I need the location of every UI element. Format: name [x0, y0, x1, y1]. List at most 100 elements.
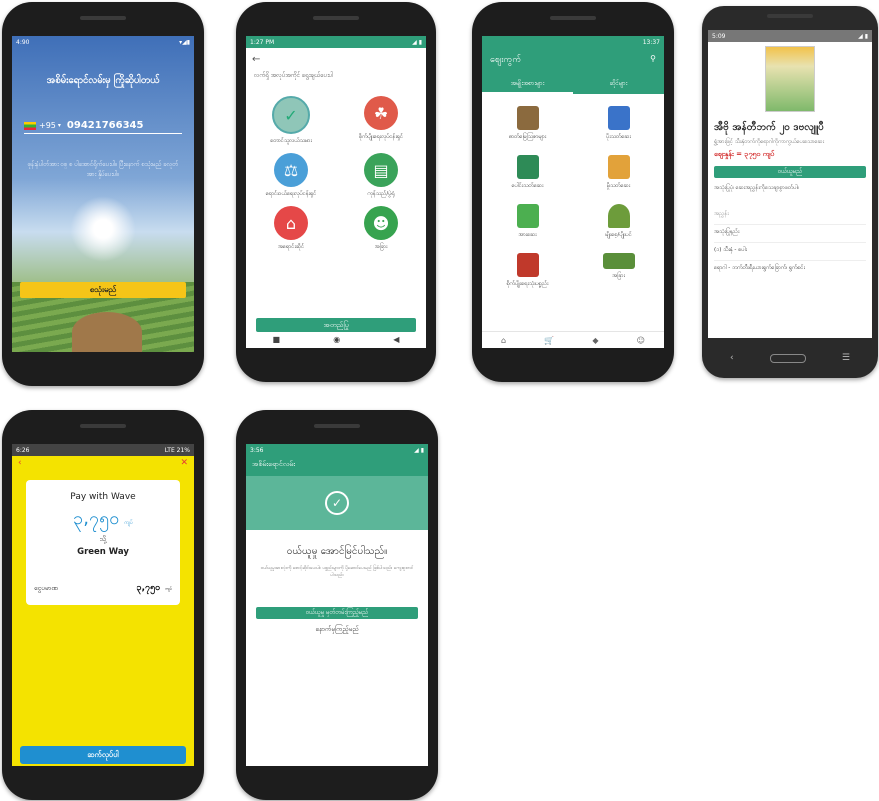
chevron-down-icon: ▾: [57, 122, 61, 129]
nav-notification-icon[interactable]: ◆: [592, 336, 598, 345]
category-fungicide[interactable]: မှိုသတ်ဆေး: [573, 155, 664, 190]
fungicide-bottle-icon: [607, 155, 630, 179]
later-link[interactable]: နောက်မှကြည့်မည်: [246, 625, 428, 635]
category-seeds[interactable]: မျိုးစေ့/ပျိုးပင်: [573, 204, 664, 239]
agri-business-icon: ☘: [364, 96, 398, 130]
success-screen: 3:56 ◢ ▮ အစိမ်းရောင်လမ်း ✓ ဝယ်ယူမှု အောင်…: [246, 444, 428, 766]
android-nav-bar: ■ ◉ ◀: [246, 330, 426, 348]
phone-number-field[interactable]: 09421766345: [67, 120, 144, 131]
speaker-grille: [80, 16, 126, 20]
category-insecticide[interactable]: ပိုးသတ်ဆေး: [573, 106, 664, 141]
back-icon[interactable]: ‹: [730, 353, 734, 363]
insecticide-bottle-icon: [607, 106, 630, 130]
product-price: စျေးနှုန်း = ၃၇၅၀ ကျပ်: [714, 150, 775, 158]
buy-button[interactable]: ဝယ်ယူမည်: [714, 166, 866, 178]
tab-categories[interactable]: အမျိုးအစားများ: [482, 79, 573, 94]
phone-success: 3:56 ◢ ▮ အစိမ်းရောင်လမ်း ✓ ဝယ်ယူမှု အောင်…: [236, 410, 438, 800]
phone-login: 4:90 ▾◢▮ အစိမ်းရောင်လမ်းမှ ကြိုဆိုပါတယ် +…: [2, 2, 204, 386]
view-purchase-button[interactable]: ဝယ်ယူမှု မှတ်တမ်းကြည့်မည်: [256, 607, 418, 619]
login-screen: 4:90 ▾◢▮ အစိမ်းရောင်လမ်းမှ ကြိုဆိုပါတယ် +…: [12, 36, 194, 352]
role-item-agri-business[interactable]: ☘ စိုက်ပျိုးရေးလုပ်ငန်းရှင်: [336, 96, 426, 145]
field-icon: [602, 253, 635, 269]
back-chevron-icon[interactable]: ‹: [18, 458, 22, 468]
payment-amount: ၃,၇၅၀ ကျပ်: [73, 508, 133, 529]
product-image: [765, 46, 815, 112]
role-item-farmer[interactable]: ✓ တောင်သူလယ်သမား: [246, 96, 336, 145]
product-description: ရွှံ့အားဖြင့် သီးနှံတက်ကိုရောဂါကိုကာကွယ်…: [714, 139, 825, 145]
success-title: ဝယ်ယူမှု အောင်မြင်ပါသည်။: [286, 546, 388, 557]
category-fertilizer[interactable]: ဓာတ်မြေဩဇာများ: [482, 106, 573, 141]
product-screen: 5:09 ◢ ▮ အီဗို အန်တီဘက် ၂၀ ဒဗလျူပီ ရွှံ့အ…: [708, 30, 872, 338]
signal-icon: ▾◢▮: [179, 38, 190, 46]
speaker-grille: [314, 424, 360, 428]
back-arrow-icon[interactable]: ←: [252, 54, 426, 65]
roles-screen: 1:27 PM ◢ ▮ ← လက်ရှိ အလုပ်အကိုင် ရွေးချယ်…: [246, 36, 426, 348]
tab-shops[interactable]: ဆိုင်များ: [573, 79, 664, 94]
check-circle-icon: ✓: [325, 491, 349, 515]
app-header-title: အစိမ်းရောင်လမ်း: [252, 460, 296, 468]
market-header: 13:37 ဈေးကွက် ⚲ အမျိုးအစားများ ဆိုင်များ: [482, 36, 664, 94]
welcome-title: အစိမ်းရောင်လမ်းမှ ကြိုဆိုပါတယ်: [46, 75, 160, 86]
back-icon[interactable]: ◀: [393, 335, 399, 344]
category-herbicide[interactable]: ပေါင်းသတ်ဆေး: [482, 155, 573, 190]
sun-glow: [70, 196, 136, 262]
market-screen: 13:37 ဈေးကွက် ⚲ အမျိုးအစားများ ဆိုင်များ…: [482, 36, 664, 348]
tractor-icon: [516, 253, 539, 277]
status-bar: 6:26 LTE 21%: [12, 444, 194, 456]
continue-button[interactable]: ဆက်လုပ်ပါ: [20, 746, 186, 764]
home-button[interactable]: [769, 353, 806, 363]
detail-row: (၁) သီးနှံ - စပါး: [714, 242, 866, 254]
hardware-buttons: ‹ ☰: [712, 348, 868, 368]
category-equipment[interactable]: စိုက်ပျိုးရေးသုံးပစ္စည်း: [482, 253, 573, 288]
phone-input-row[interactable]: +95 ▾ 09421766345: [24, 120, 182, 134]
pay-with-label: Pay with Wave: [70, 492, 136, 502]
farm-path: [72, 312, 142, 352]
search-icon[interactable]: ⚲: [650, 54, 656, 63]
category-grid: ဓာတ်မြေဩဇာများ ပိုးသတ်ဆေး ပေါင်းသတ်ဆေး မ…: [482, 106, 664, 288]
phone-product: 5:09 ◢ ▮ အီဗို အန်တီဘက် ၂၀ ဒဗလျူပီ ရွှံ့အ…: [702, 6, 878, 378]
category-tonic[interactable]: အားဆေး: [482, 204, 573, 239]
status-bar: 3:56 ◢ ▮: [250, 446, 424, 454]
status-bar: 1:27 PM ◢ ▮: [246, 36, 426, 48]
detail-row: ရောဂါ - ဘက်တီးရီးယားရွက်ခြောက်၊ ရွက်စင်း: [714, 260, 866, 272]
payment-card: Pay with Wave ၃,၇၅၀ ကျပ် သို့ Green Way …: [26, 480, 180, 605]
close-icon[interactable]: ✕: [180, 458, 188, 468]
speaker-grille: [313, 16, 359, 20]
start-button[interactable]: စသုံးမည်: [20, 282, 186, 298]
role-item-trader[interactable]: ⚖ ရောင်းဝယ်ရေးလုပ်ငန်းရှင်: [246, 153, 336, 198]
nav-cart-icon[interactable]: 🛒: [544, 336, 554, 345]
menu-icon[interactable]: ☰: [842, 353, 850, 363]
status-bar: 5:09 ◢ ▮: [708, 30, 872, 42]
merchant-name: Green Way: [77, 547, 129, 557]
success-message: ဝယ်ယူမှုအားလုံးကို စောင့်ဆိုင်းပေးပါ။ ပစ…: [260, 566, 414, 578]
battery-icon: ◢ ▮: [412, 38, 422, 46]
role-item-shop[interactable]: ⌂ အရောင်းဆိုင်: [246, 206, 336, 251]
category-other[interactable]: အခြား: [573, 253, 664, 288]
market-title: ဈေးကွက်: [490, 55, 522, 65]
nav-home-icon[interactable]: ⌂: [501, 336, 506, 345]
bottom-nav: ⌂ 🛒 ◆ ☺: [482, 331, 664, 348]
role-item-other[interactable]: ☻ အခြား: [336, 206, 426, 251]
total-row: ငွေပမာဏ ၃,၇၅၀ ကျပ်: [34, 583, 172, 593]
speaker-grille: [767, 14, 813, 18]
status-bar: 13:37: [642, 38, 660, 46]
seedling-icon: [607, 204, 630, 228]
role-prompt: လက်ရှိ အလုပ်အကိုင် ရွေးချယ်ပေးပါ: [254, 72, 334, 79]
fertilizer-bag-icon: [516, 106, 539, 130]
country-code[interactable]: +95: [39, 121, 56, 130]
merchant-icon: ▤: [364, 153, 398, 187]
recents-icon[interactable]: ■: [273, 335, 281, 344]
payment-topbar: ‹ ✕: [12, 456, 194, 470]
nav-profile-icon[interactable]: ☺: [637, 336, 645, 345]
phone-roles: 1:27 PM ◢ ▮ ← လက်ရှိ အလုပ်အကိုင် ရွေးချယ်…: [236, 2, 436, 382]
home-icon[interactable]: ◉: [333, 335, 340, 344]
phone-payment: 6:26 LTE 21% ‹ ✕ Pay with Wave ၃,၇၅၀ ကျပ်…: [2, 410, 204, 800]
shop-icon: ⌂: [274, 206, 308, 240]
success-header: 3:56 ◢ ▮ အစိမ်းရောင်လမ်း: [246, 444, 428, 476]
phone-market: 13:37 ဈေးကွက် ⚲ အမျိုးအစားများ ဆိုင်များ…: [472, 2, 674, 382]
role-grid: ✓ တောင်သူလယ်သမား ☘ စိုက်ပျိုးရေးလုပ်ငန်း…: [246, 96, 426, 251]
success-banner: ✓: [246, 476, 428, 530]
speaker-grille: [550, 16, 596, 20]
trader-icon: ⚖: [274, 153, 308, 187]
role-item-merchant[interactable]: ▤ ကုန်သည်/ပွဲရုံ: [336, 153, 426, 198]
